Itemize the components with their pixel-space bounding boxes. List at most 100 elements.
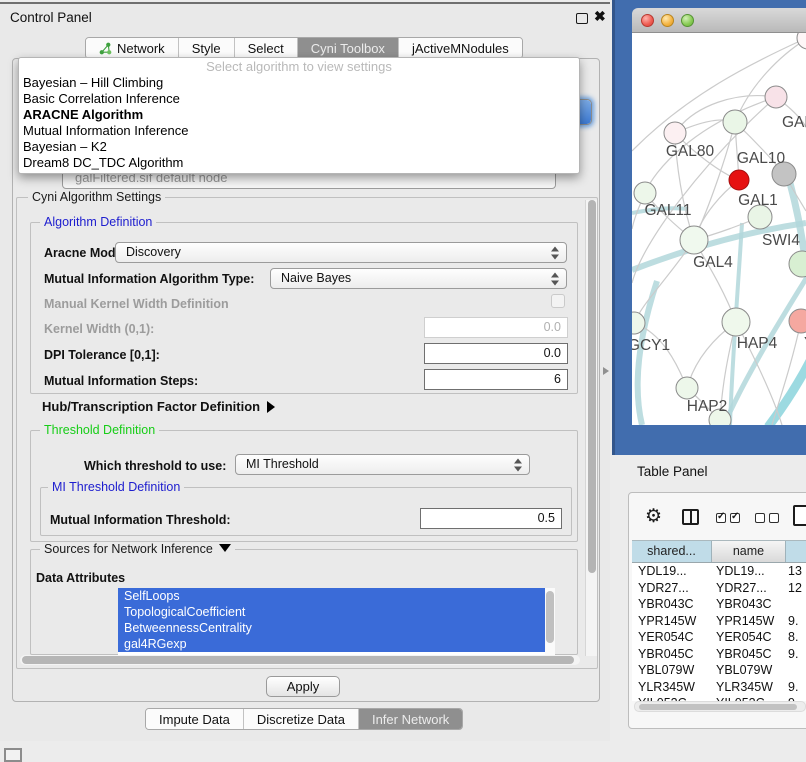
network-node[interactable]: [722, 308, 750, 336]
mi-steps-field[interactable]: 6: [424, 369, 568, 390]
table-cell: YBR043C: [632, 596, 712, 613]
splitter-handle-icon[interactable]: [603, 367, 609, 375]
table-cell: [786, 596, 806, 613]
screen: Control Panel ✖ NetworkStyle Select Cyni T…: [0, 0, 806, 762]
manual-kernel-checkbox[interactable]: [551, 294, 565, 308]
tab-select[interactable]: Select: [234, 38, 297, 58]
table-horizontal-thumb[interactable]: [639, 704, 797, 710]
table-panel-title: Table Panel: [637, 464, 708, 479]
combo-arrows-icon: [551, 246, 559, 259]
minimized-panel-icon[interactable]: [4, 748, 22, 762]
apply-button[interactable]: Apply: [266, 676, 340, 697]
network-node[interactable]: [676, 377, 698, 399]
algorithm-option[interactable]: Basic Correlation Inference: [19, 91, 579, 107]
deselect-all-icon2[interactable]: [769, 513, 779, 523]
tab-jactivemnodules[interactable]: jActiveMNodules: [398, 38, 522, 58]
table-cell: YER054C: [712, 629, 786, 646]
network-node[interactable]: [723, 110, 747, 134]
mi-threshold-field[interactable]: 0.5: [420, 508, 562, 529]
select-all-check-icon2[interactable]: [730, 513, 740, 523]
network-node[interactable]: [664, 122, 686, 144]
data-attributes-list[interactable]: SelfLoopsTopologicalCoefficientBetweenne…: [118, 588, 555, 655]
aracne-mode-value: Discovery: [126, 245, 181, 259]
network-node[interactable]: [729, 170, 749, 190]
dpi-tolerance-label: DPI Tolerance [0,1]:: [44, 348, 160, 362]
tab-discretize-data[interactable]: Discretize Data: [243, 709, 358, 729]
table-row[interactable]: YLR345WYLR345W9.: [632, 679, 806, 696]
float-panel-icon[interactable]: [576, 13, 588, 24]
kernel-width-field[interactable]: 0.0: [424, 317, 568, 338]
table-row[interactable]: YDL19...YDL19...13: [632, 563, 806, 580]
tab-label: jActiveMNodules: [412, 41, 509, 56]
settings-vertical-thumb[interactable]: [588, 200, 596, 573]
network-window-titlebar[interactable]: [632, 8, 806, 33]
network-node[interactable]: [765, 86, 787, 108]
attribute-item[interactable]: gal4RGexp: [118, 636, 555, 652]
attribute-item[interactable]: TopologicalCoefficient: [118, 604, 555, 620]
sources-group-title[interactable]: Sources for Network Inference: [40, 542, 235, 556]
algorithm-option[interactable]: Mutual Information Inference: [19, 123, 579, 139]
network-node[interactable]: [797, 33, 806, 49]
settings-vertical-scrollbar[interactable]: [585, 200, 597, 656]
dpi-tolerance-field[interactable]: 0.0: [424, 343, 568, 364]
mi-type-combo[interactable]: Naive Bayes: [270, 268, 567, 289]
zoom-window-icon[interactable]: [681, 14, 694, 27]
deselect-all-icon[interactable]: [755, 513, 765, 523]
attributes-scrollbar[interactable]: [545, 588, 555, 655]
node-label: GAL10: [737, 150, 786, 167]
gear-icon[interactable]: ⚙: [645, 505, 662, 528]
table-cell: [786, 662, 806, 679]
tab-network[interactable]: Network: [86, 38, 178, 58]
algorithm-option[interactable]: Bayesian – Hill Climbing: [19, 75, 579, 91]
attribute-item[interactable]: BetweennessCentrality: [118, 620, 555, 636]
tab-style[interactable]: Style: [178, 38, 234, 58]
table-row[interactable]: YPR145WYPR145W9.: [632, 613, 806, 630]
tab-cyni-toolbox[interactable]: Cyni Toolbox: [297, 38, 398, 58]
table-cell: 8.: [786, 629, 806, 646]
table-row[interactable]: YBR043CYBR043C: [632, 596, 806, 613]
table-cell: 9.: [786, 646, 806, 663]
aracne-mode-combo[interactable]: Discovery: [115, 242, 567, 263]
settings-horizontal-scrollbar[interactable]: [20, 655, 580, 665]
algorithm-option[interactable]: ARACNE Algorithm: [19, 107, 579, 123]
column-header[interactable]: shared...: [632, 541, 712, 562]
table-cell: YBL079W: [712, 662, 786, 679]
network-tab-icon: [99, 42, 112, 55]
control-panel-title: Control Panel: [10, 10, 92, 25]
tab-label: Select: [248, 41, 284, 56]
which-threshold-label: Which threshold to use:: [84, 459, 226, 473]
close-window-icon[interactable]: [641, 14, 654, 27]
network-node[interactable]: [789, 309, 806, 333]
which-threshold-combo[interactable]: MI Threshold: [235, 454, 530, 475]
attributes-scrollbar-thumb[interactable]: [546, 591, 554, 643]
tab-label: Discretize Data: [257, 712, 345, 727]
table-row[interactable]: YBL079WYBL079W: [632, 662, 806, 679]
table-horizontal-scrollbar[interactable]: [634, 701, 806, 712]
column-header[interactable]: [786, 541, 806, 562]
column-header[interactable]: name: [712, 541, 786, 562]
algorithm-dropdown-prompt: Select algorithm to view settings: [19, 58, 579, 75]
network-node[interactable]: [680, 226, 708, 254]
network-canvas[interactable]: GALGAL80GAL10GAL1SWI4GAL11GAL4GCY1HAP4YH…: [632, 33, 806, 425]
column-selector-icon[interactable]: [682, 509, 699, 525]
network-node[interactable]: [789, 251, 806, 277]
kernel-width-label: Kernel Width (0,1):: [44, 322, 154, 336]
table-row[interactable]: YER054CYER054C8.: [632, 629, 806, 646]
minimize-window-icon[interactable]: [661, 14, 674, 27]
algorithm-option[interactable]: Dream8 DC_TDC Algorithm: [19, 155, 579, 171]
network-edge: [768, 361, 806, 425]
network-node[interactable]: [634, 182, 656, 204]
tab-infer-network[interactable]: Infer Network: [358, 709, 462, 729]
algorithm-option[interactable]: Bayesian – K2: [19, 139, 579, 155]
attribute-item[interactable]: SelfLoops: [118, 588, 555, 604]
table-cell: YDR27...: [632, 580, 712, 597]
select-all-check-icon[interactable]: [716, 513, 726, 523]
hub-definition-label: Hub/Transcription Factor Definition: [42, 399, 260, 414]
tab-impute-data[interactable]: Impute Data: [146, 709, 243, 729]
close-icon[interactable]: ✖: [594, 8, 606, 25]
hub-definition-expander[interactable]: Hub/Transcription Factor Definition: [42, 399, 275, 414]
settings-horizontal-thumb[interactable]: [22, 656, 574, 664]
table-row[interactable]: YBR045CYBR045C9.: [632, 646, 806, 663]
function-builder-icon[interactable]: [793, 505, 806, 526]
table-row[interactable]: YDR27...YDR27...12: [632, 580, 806, 597]
